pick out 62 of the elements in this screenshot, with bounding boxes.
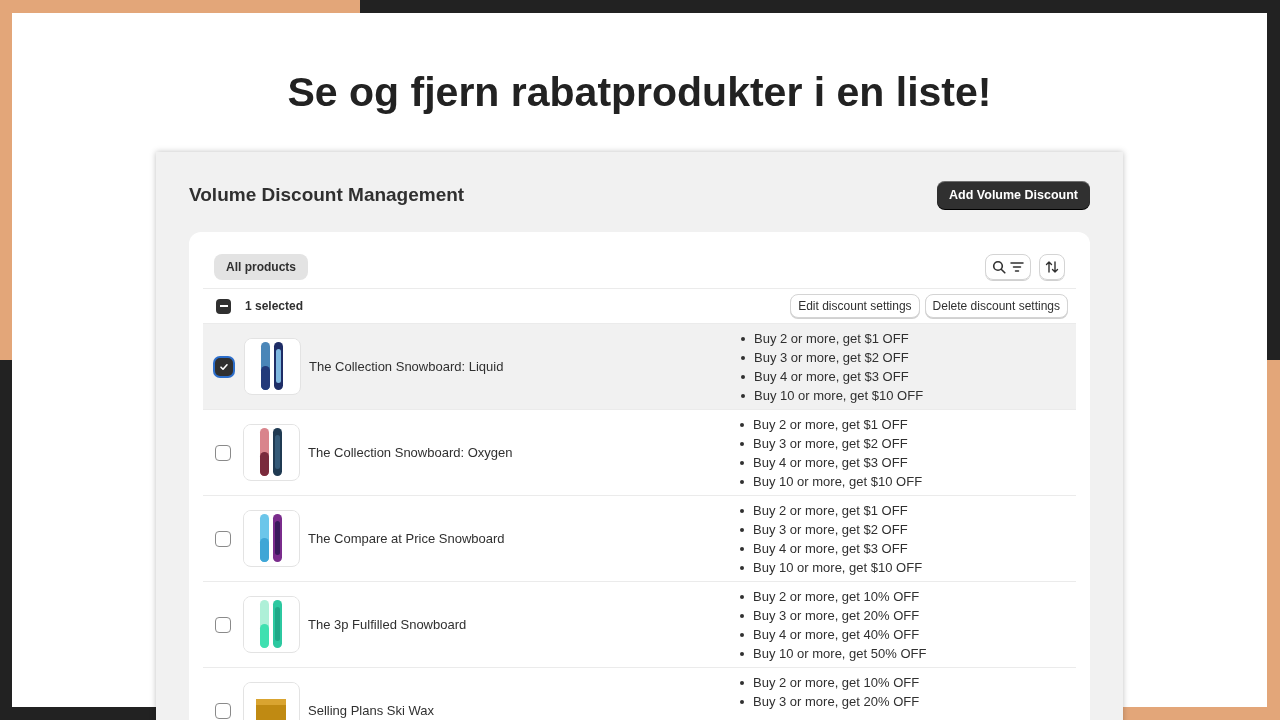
product-row[interactable]: Selling Plans Ski Wax Buy 2 or more, get 10% OFF Buy 3 or more, get 20% OFF [203, 667, 1076, 720]
discount-text: Buy 3 or more, get 20% OFF [753, 692, 920, 711]
selection-count: 1 selected [245, 298, 304, 315]
check-icon [219, 361, 229, 372]
sort-icon [1045, 260, 1059, 274]
row-checkbox[interactable] [215, 702, 231, 719]
discount-text: Buy 10 or more, get 50% OFF [753, 644, 927, 663]
discount-text: Buy 10 or more, get $10 OFF [754, 386, 924, 405]
discount-text: Buy 10 or more, get $10 OFF [753, 558, 923, 577]
discount-text: Buy 3 or more, get $2 OFF [753, 520, 908, 539]
sort-button[interactable] [1039, 254, 1065, 280]
bullet-icon [740, 680, 744, 685]
product-name: The Collection Snowboard: Oxygen [308, 443, 514, 462]
discount-text: Buy 3 or more, get $2 OFF [753, 434, 908, 453]
bullet-icon [740, 460, 744, 465]
bullet-icon [741, 336, 745, 341]
search-icon [992, 260, 1006, 274]
product-name: The Compare at Price Snowboard [308, 529, 506, 548]
discount-text: Buy 2 or more, get 10% OFF [753, 587, 920, 606]
bullet-icon [741, 374, 745, 379]
bullet-icon [740, 594, 744, 599]
product-name: Selling Plans Ski Wax [308, 701, 435, 720]
discount-text: Buy 4 or more, get $3 OFF [753, 539, 908, 558]
bulk-action-button[interactable]: Edit discount settings [790, 294, 920, 318]
select-all-checkbox[interactable] [216, 298, 231, 314]
discount-text: Buy 4 or more, get 40% OFF [753, 625, 920, 644]
headline: Se og fjern rabatprodukter i en liste! [287, 68, 992, 117]
discount-text: Buy 2 or more, get $1 OFF [753, 501, 908, 520]
bullet-icon [740, 479, 744, 484]
bullet-icon [740, 508, 744, 513]
bullet-icon [740, 565, 744, 570]
bullet-icon [740, 613, 744, 618]
discount-text: Buy 4 or more, get $3 OFF [754, 367, 909, 386]
product-name: The 3p Fulfilled Snowboard [308, 615, 468, 634]
bullet-icon [740, 441, 744, 446]
row-checkbox[interactable] [215, 530, 231, 547]
bullet-icon [740, 632, 744, 637]
row-checkbox[interactable] [215, 444, 231, 461]
bullet-icon [740, 527, 744, 532]
bullet-icon [741, 355, 745, 360]
search-filter-button[interactable] [985, 254, 1031, 280]
discount-text: Buy 3 or more, get $2 OFF [754, 348, 909, 367]
discount-text: Buy 2 or more, get $1 OFF [754, 329, 909, 348]
discount-text: Buy 2 or more, get $1 OFF [753, 415, 908, 434]
add-volume-discount-button[interactable]: Add Volume Discount [937, 181, 1090, 209]
discount-text: Buy 2 or more, get 10% OFF [753, 673, 920, 692]
bullet-icon [740, 699, 744, 704]
bullet-icon [740, 651, 744, 656]
discount-text: Buy 3 or more, get 20% OFF [753, 606, 920, 625]
product-row[interactable]: The Collection Snowboard: Liquid Buy 2 or more, get $1 OFF Buy 3 or more, get $2 OFF Buy 4 or more, get $3 OFF Buy 10 or more, get $10 OFF [203, 323, 1076, 409]
bullet-icon [741, 393, 745, 398]
row-checkbox[interactable] [215, 357, 233, 376]
bullet-icon [740, 546, 744, 551]
bulk-action-button[interactable]: Delete discount settings [924, 294, 1068, 318]
row-checkbox[interactable] [215, 616, 231, 633]
filter-tab[interactable]: All products [214, 254, 308, 280]
bullet-icon [740, 422, 744, 427]
discount-text: Buy 4 or more, get $3 OFF [753, 453, 908, 472]
product-name: The Collection Snowboard: Liquid [309, 357, 505, 376]
filter-icon [1010, 261, 1024, 273]
page-title: Volume Discount Management [189, 182, 465, 207]
discount-text: Buy 10 or more, get $10 OFF [753, 472, 923, 491]
